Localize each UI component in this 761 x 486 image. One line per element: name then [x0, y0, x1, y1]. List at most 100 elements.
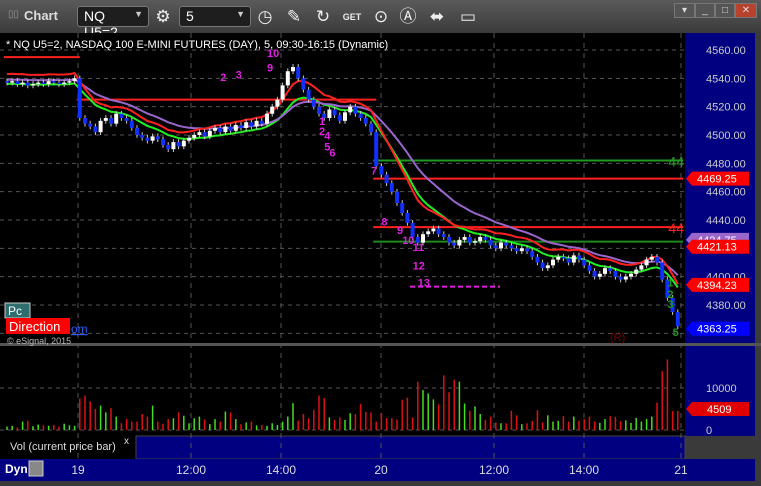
- candle-body: [228, 126, 233, 131]
- volume-marker-label: 4509: [707, 404, 731, 416]
- candle-body: [358, 113, 363, 118]
- candle-body: [389, 183, 394, 192]
- candle-body: [577, 255, 581, 260]
- time-label: 19: [71, 463, 85, 477]
- candle-body: [525, 248, 529, 252]
- candle-body: [67, 81, 72, 83]
- candle-body: [566, 258, 571, 263]
- pencil-icon[interactable]: ✎: [283, 6, 305, 28]
- candle-body: [592, 271, 597, 277]
- candle-body: [405, 212, 410, 223]
- setup-count: 12: [413, 261, 425, 273]
- candle-body: [265, 113, 269, 124]
- level-label: 44: [668, 220, 684, 236]
- candle-body: [488, 239, 493, 246]
- candle-body: [285, 71, 290, 86]
- candle-body: [254, 120, 259, 127]
- candle-body: [51, 81, 56, 83]
- candle-body: [597, 273, 602, 277]
- candle-body: [348, 106, 353, 113]
- candle-body: [192, 135, 197, 138]
- candle-body: [395, 191, 399, 203]
- candle-body: [93, 126, 98, 133]
- candle-body: [20, 82, 25, 84]
- candle-body: [187, 137, 191, 141]
- candle-body: [161, 139, 165, 145]
- candle-body: [109, 118, 113, 124]
- chevron-down-icon: ▼: [134, 9, 143, 19]
- candle-body: [535, 256, 540, 263]
- title-bar: ▯▯ Chart NQ U5=2 ▼ ⚙ 5 ▼ ◷ ✎ ↻ GET ⊙ Ⓐ ⬌ ▭…: [0, 0, 761, 40]
- volume-legend-bar: [135, 435, 686, 460]
- pc-label: Pc: [8, 304, 22, 318]
- maximize-button[interactable]: □: [715, 3, 735, 18]
- volume-tick: 0: [706, 425, 712, 437]
- candle-body: [296, 67, 301, 79]
- candle-body: [280, 85, 285, 100]
- chart-area[interactable]: 2 3 9 10 1 2 4 5 6 7 8 9 10 11 12 13 1 2 3 5 44 44 4560.00 454…: [0, 33, 761, 481]
- volume-close-button[interactable]: x: [124, 436, 129, 447]
- candle-body: [644, 259, 649, 266]
- price-marker-label: 4469.25: [697, 174, 737, 186]
- setup-count: 11: [413, 242, 425, 254]
- candle-body: [291, 67, 295, 72]
- setup-count: 3: [667, 299, 673, 311]
- minimize-button[interactable]: _: [695, 3, 715, 18]
- interval-select[interactable]: 5 ▼: [179, 6, 251, 27]
- alert-icon[interactable]: Ⓐ: [397, 6, 419, 28]
- lock-icon[interactable]: [28, 460, 44, 477]
- candle-body: [150, 136, 155, 141]
- price-tick: 4500.00: [706, 130, 746, 142]
- candle-body: [62, 82, 67, 84]
- price-marker-label: 4421.13: [697, 242, 737, 254]
- setup-count: 5: [673, 327, 679, 339]
- settings-icon[interactable]: ⚙: [152, 6, 174, 28]
- candle-body: [514, 248, 519, 252]
- candle-body: [46, 81, 51, 84]
- candle-body: [603, 268, 607, 274]
- candle-body: [332, 109, 337, 116]
- price-panel[interactable]: [0, 33, 685, 343]
- play-icon[interactable]: ⊙: [370, 6, 392, 28]
- candle-body: [499, 242, 503, 249]
- candle-body: [337, 115, 342, 121]
- candle-body: [41, 82, 46, 84]
- copyright: © eSignal, 2015: [7, 336, 71, 346]
- time-label: 14:00: [569, 463, 599, 477]
- chart-svg[interactable]: 2 391012 45 678910111213 12354444 4560.00454…: [0, 33, 761, 481]
- candle-body: [77, 78, 82, 118]
- get-icon[interactable]: GET: [341, 6, 363, 28]
- time-label: 20: [374, 463, 388, 477]
- candle-body: [545, 265, 550, 269]
- dyn-label[interactable]: Dyn: [5, 462, 28, 476]
- candle-body: [353, 106, 358, 114]
- link-icon[interactable]: ⬌: [426, 6, 448, 28]
- candle-body: [301, 78, 306, 90]
- clock-icon[interactable]: ◷: [254, 6, 276, 28]
- candle-body: [176, 142, 181, 147]
- candle-body: [10, 81, 15, 83]
- candle-body: [31, 84, 35, 86]
- setup-count: 9: [267, 62, 273, 74]
- price-tick: 4440.00: [706, 215, 746, 227]
- close-button[interactable]: ✕: [735, 3, 757, 18]
- candle-body: [103, 118, 108, 121]
- volume-panel: [0, 346, 685, 436]
- comment-icon[interactable]: ▭: [457, 6, 479, 28]
- candle-body: [259, 120, 264, 124]
- candle-body: [457, 239, 462, 246]
- symbol-select[interactable]: NQ U5=2 ▼: [77, 6, 149, 40]
- om-link[interactable]: om: [71, 322, 88, 336]
- setup-count: 6: [329, 147, 335, 159]
- time-label: 12:00: [479, 463, 509, 477]
- grip-icon: ▯▯: [8, 9, 20, 20]
- candle-body: [223, 126, 228, 133]
- price-tick: 4520.00: [706, 102, 746, 114]
- candle-body: [72, 78, 77, 82]
- study-icon[interactable]: ↻: [312, 6, 334, 28]
- window-menu-button[interactable]: ▾: [674, 3, 695, 18]
- candle-body: [363, 118, 368, 124]
- candle-body: [675, 312, 680, 327]
- candle-body: [639, 265, 644, 270]
- candle-body: [509, 245, 514, 249]
